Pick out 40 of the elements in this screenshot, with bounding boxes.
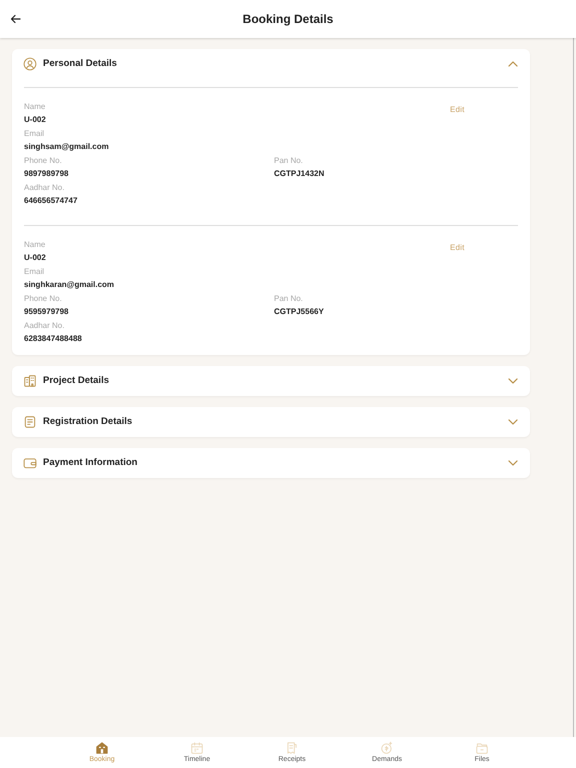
- building-icon: [23, 374, 37, 388]
- coin-icon: [380, 740, 394, 754]
- field-value: 6283847488488: [24, 333, 83, 345]
- field-label: Email: [24, 128, 46, 140]
- section-title: Payment Information: [43, 456, 138, 470]
- user-icon: [23, 57, 37, 71]
- field-value: U-002: [24, 252, 47, 264]
- accordion-header[interactable]: Registration Details: [23, 407, 519, 437]
- section-title: Registration Details: [43, 414, 132, 429]
- field-value: singhsam@gmail.com: [24, 141, 110, 153]
- receipt-icon: [285, 740, 299, 754]
- field-label: Pan No.: [274, 155, 304, 167]
- accordion-header[interactable]: Payment Information: [23, 448, 519, 478]
- field-label: Name: [24, 239, 46, 251]
- field-value: singhkaran@gmail.com: [24, 279, 116, 291]
- calendar-icon: [190, 740, 204, 754]
- field-value: CGTPJ5566Y: [274, 306, 324, 318]
- accordion-header[interactable]: Project Details: [23, 366, 519, 396]
- field-value: 646656574747: [24, 195, 78, 207]
- house-icon: [95, 740, 109, 754]
- field-label: Phone No.: [24, 155, 63, 167]
- field-value: U-002: [24, 114, 47, 126]
- field-value: 9897989798: [24, 168, 70, 180]
- field-value: CGTPJ1432N: [274, 168, 324, 180]
- field-label: Phone No.: [24, 293, 63, 305]
- field-label: Pan No.: [274, 293, 304, 305]
- section-title: Project Details: [43, 374, 109, 388]
- field-label: Name: [24, 101, 46, 113]
- accordion-header[interactable]: Personal Details: [23, 49, 519, 79]
- section-title: Personal Details: [43, 56, 117, 71]
- wallet-icon: [23, 456, 37, 470]
- document-icon: [23, 415, 37, 429]
- field-label: Aadhar No.: [24, 182, 66, 194]
- page-title: Booking Details: [242, 11, 334, 28]
- folder-icon: [475, 740, 489, 754]
- field-label: Aadhar No.: [24, 320, 66, 332]
- field-label: Email: [24, 266, 46, 278]
- field-value: 9595979798: [24, 306, 70, 318]
- back-button[interactable]: [10, 13, 22, 25]
- back-arrow-icon: [10, 13, 22, 25]
